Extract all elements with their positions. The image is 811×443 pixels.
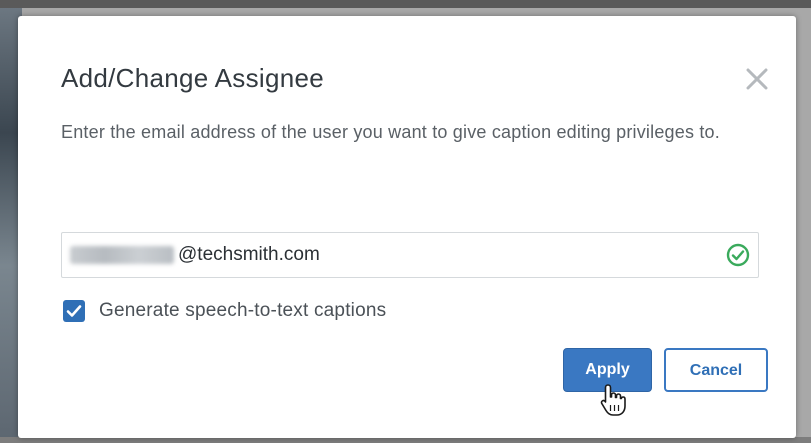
assignee-dialog: Add/Change Assignee Enter the email addr…: [18, 16, 796, 438]
close-button[interactable]: [742, 64, 772, 94]
close-icon: [746, 68, 768, 90]
cancel-button[interactable]: Cancel: [664, 348, 768, 392]
dialog-description: Enter the email address of the user you …: [61, 122, 720, 142]
check-circle-icon: [726, 243, 750, 267]
email-domain-text: @techsmith.com: [178, 244, 320, 265]
checkmark-icon: [66, 305, 82, 317]
redacted-username: [70, 246, 174, 264]
speech-to-text-checkbox[interactable]: [63, 300, 85, 322]
email-input[interactable]: @techsmith.com: [61, 232, 759, 278]
window-top-border: [0, 0, 811, 8]
hand-pointer-icon: [600, 384, 626, 416]
speech-to-text-label[interactable]: Generate speech-to-text captions: [99, 300, 386, 322]
dialog-title: Add/Change Assignee: [61, 63, 325, 93]
